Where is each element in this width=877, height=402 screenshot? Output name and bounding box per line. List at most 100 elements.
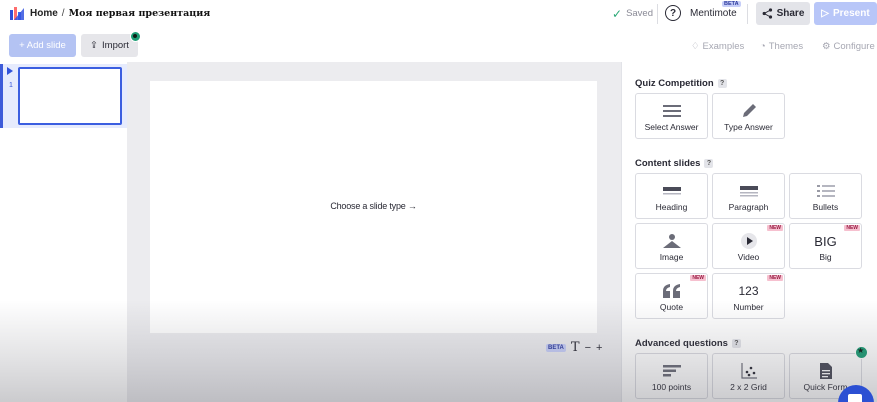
mentimote-link[interactable]: Mentimote bbox=[690, 8, 737, 19]
slide-canvas[interactable]: Choose a slide type → bbox=[150, 81, 597, 333]
advanced-title: Advanced questions bbox=[635, 338, 728, 349]
canvas-tools: BETA T − + bbox=[546, 340, 602, 355]
gear-icon: ⚙ bbox=[822, 41, 831, 52]
heading-icon bbox=[662, 187, 681, 195]
tile-label: Quote bbox=[659, 302, 684, 312]
text-size-icon[interactable]: T bbox=[571, 340, 580, 355]
new-badge: NEW bbox=[844, 225, 860, 231]
themes-label: Themes bbox=[768, 41, 804, 52]
image-icon bbox=[662, 234, 681, 248]
palette-icon: ◔ bbox=[760, 41, 766, 52]
content-title: Content slides bbox=[635, 158, 701, 169]
beta-badge: BETA bbox=[722, 1, 741, 7]
advanced-section-title: Advanced questions ? bbox=[635, 338, 741, 349]
zoom-out-button[interactable]: − bbox=[585, 342, 591, 354]
tile-label: 2 x 2 Grid bbox=[730, 382, 767, 392]
pencil-icon bbox=[742, 104, 756, 117]
video-icon bbox=[740, 233, 757, 249]
share-button[interactable]: Share bbox=[756, 2, 810, 25]
new-badge: NEW bbox=[767, 225, 783, 231]
canvas-area: Choose a slide type → BETA T − + bbox=[127, 62, 621, 402]
add-slide-label: Add slide bbox=[26, 40, 66, 51]
configure-label: Configure bbox=[833, 41, 875, 52]
editor-toolbar: + Add slide ⇪ Import ♢ Examples ◔ Themes… bbox=[0, 30, 877, 62]
tile-type-answer[interactable]: Type Answer bbox=[712, 93, 785, 139]
tile-label: Type Answer bbox=[724, 122, 773, 132]
tile-heading[interactable]: Heading bbox=[635, 173, 708, 219]
breadcrumb: Home / Моя первая презентация bbox=[30, 8, 210, 19]
play-from-slide-icon[interactable] bbox=[7, 67, 13, 75]
form-icon bbox=[819, 363, 832, 379]
number-icon: 123 bbox=[738, 284, 759, 298]
add-slide-button[interactable]: + Add slide bbox=[9, 34, 76, 57]
divider bbox=[657, 4, 658, 24]
tile-label: Paragraph bbox=[728, 202, 769, 212]
play-icon: ▷ bbox=[821, 8, 829, 19]
new-badge: NEW bbox=[767, 275, 783, 281]
tile-label: Number bbox=[733, 302, 764, 312]
saved-status: ✓ Saved bbox=[612, 6, 653, 21]
help-icon[interactable]: ? bbox=[717, 79, 727, 88]
tile-2x2-grid[interactable]: 2 x 2 Grid bbox=[712, 353, 785, 399]
slide-number: 1 bbox=[9, 82, 13, 89]
configure-link[interactable]: ⚙ Configure bbox=[822, 41, 875, 52]
bullets-icon bbox=[816, 185, 835, 197]
points-icon bbox=[662, 365, 681, 377]
slide-type-panel: Quiz Competition ? Select Answer Type An… bbox=[621, 62, 877, 402]
quote-icon bbox=[662, 284, 680, 298]
examples-link[interactable]: ♢ Examples bbox=[691, 41, 744, 52]
tile-label: Select Answer bbox=[644, 122, 699, 132]
active-slide-marker bbox=[0, 64, 3, 128]
slide-thumbnail[interactable] bbox=[18, 67, 122, 125]
present-label: Present bbox=[833, 8, 870, 19]
tile-big[interactable]: NEW BIG Big bbox=[789, 223, 862, 269]
quiz-title: Quiz Competition bbox=[635, 78, 714, 89]
tile-100-points[interactable]: 100 points bbox=[635, 353, 708, 399]
lightbulb-icon: ♢ bbox=[691, 41, 700, 52]
star-badge-icon bbox=[855, 346, 868, 359]
new-badge: NEW bbox=[690, 275, 706, 281]
beta-badge: BETA bbox=[546, 343, 566, 352]
breadcrumb-separator: / bbox=[61, 8, 65, 19]
help-icon[interactable]: ? bbox=[704, 159, 714, 168]
tile-select-answer[interactable]: Select Answer bbox=[635, 93, 708, 139]
top-bar: Home / Моя первая презентация ✓ Saved ? … bbox=[0, 0, 877, 28]
tile-label: 100 points bbox=[651, 382, 692, 392]
mentimeter-logo-icon[interactable] bbox=[10, 6, 24, 20]
tile-label: Heading bbox=[655, 202, 688, 212]
tile-quote[interactable]: NEW Quote bbox=[635, 273, 708, 319]
presentation-title[interactable]: Моя первая презентация bbox=[69, 8, 211, 19]
slide-thumbnail-list: 1 bbox=[0, 62, 127, 402]
present-button[interactable]: ▷ Present bbox=[814, 2, 877, 25]
paragraph-icon bbox=[739, 186, 758, 197]
check-icon: ✓ bbox=[612, 6, 623, 21]
share-icon bbox=[762, 8, 772, 19]
help-icon[interactable]: ? bbox=[731, 339, 741, 348]
share-label: Share bbox=[776, 8, 805, 19]
tile-bullets[interactable]: Bullets bbox=[789, 173, 862, 219]
choose-slide-type-prompt[interactable]: Choose a slide type → bbox=[150, 201, 597, 211]
import-badge-icon bbox=[130, 31, 141, 42]
zoom-in-button[interactable]: + bbox=[596, 342, 602, 354]
tile-paragraph[interactable]: Paragraph bbox=[712, 173, 785, 219]
plus-icon: + bbox=[19, 40, 25, 51]
import-label: Import bbox=[102, 40, 129, 51]
tile-image[interactable]: Image bbox=[635, 223, 708, 269]
tile-label: Image bbox=[659, 252, 684, 262]
quiz-section-title: Quiz Competition ? bbox=[635, 78, 727, 89]
divider bbox=[747, 4, 748, 24]
big-icon: BIG bbox=[814, 233, 837, 249]
upload-icon: ⇪ bbox=[90, 40, 99, 51]
tile-label: Video bbox=[737, 252, 760, 262]
tile-label: Big bbox=[819, 252, 832, 262]
tile-video[interactable]: NEW Video bbox=[712, 223, 785, 269]
tile-number[interactable]: NEW 123 Number bbox=[712, 273, 785, 319]
examples-label: Examples bbox=[702, 41, 745, 52]
breadcrumb-home-link[interactable]: Home bbox=[30, 8, 58, 19]
grid-icon bbox=[740, 363, 757, 379]
content-section-title: Content slides ? bbox=[635, 158, 714, 169]
saved-label: Saved bbox=[626, 8, 653, 19]
themes-link[interactable]: ◔ Themes bbox=[760, 41, 803, 52]
tile-label: Bullets bbox=[812, 202, 839, 212]
help-icon[interactable]: ? bbox=[665, 5, 681, 21]
